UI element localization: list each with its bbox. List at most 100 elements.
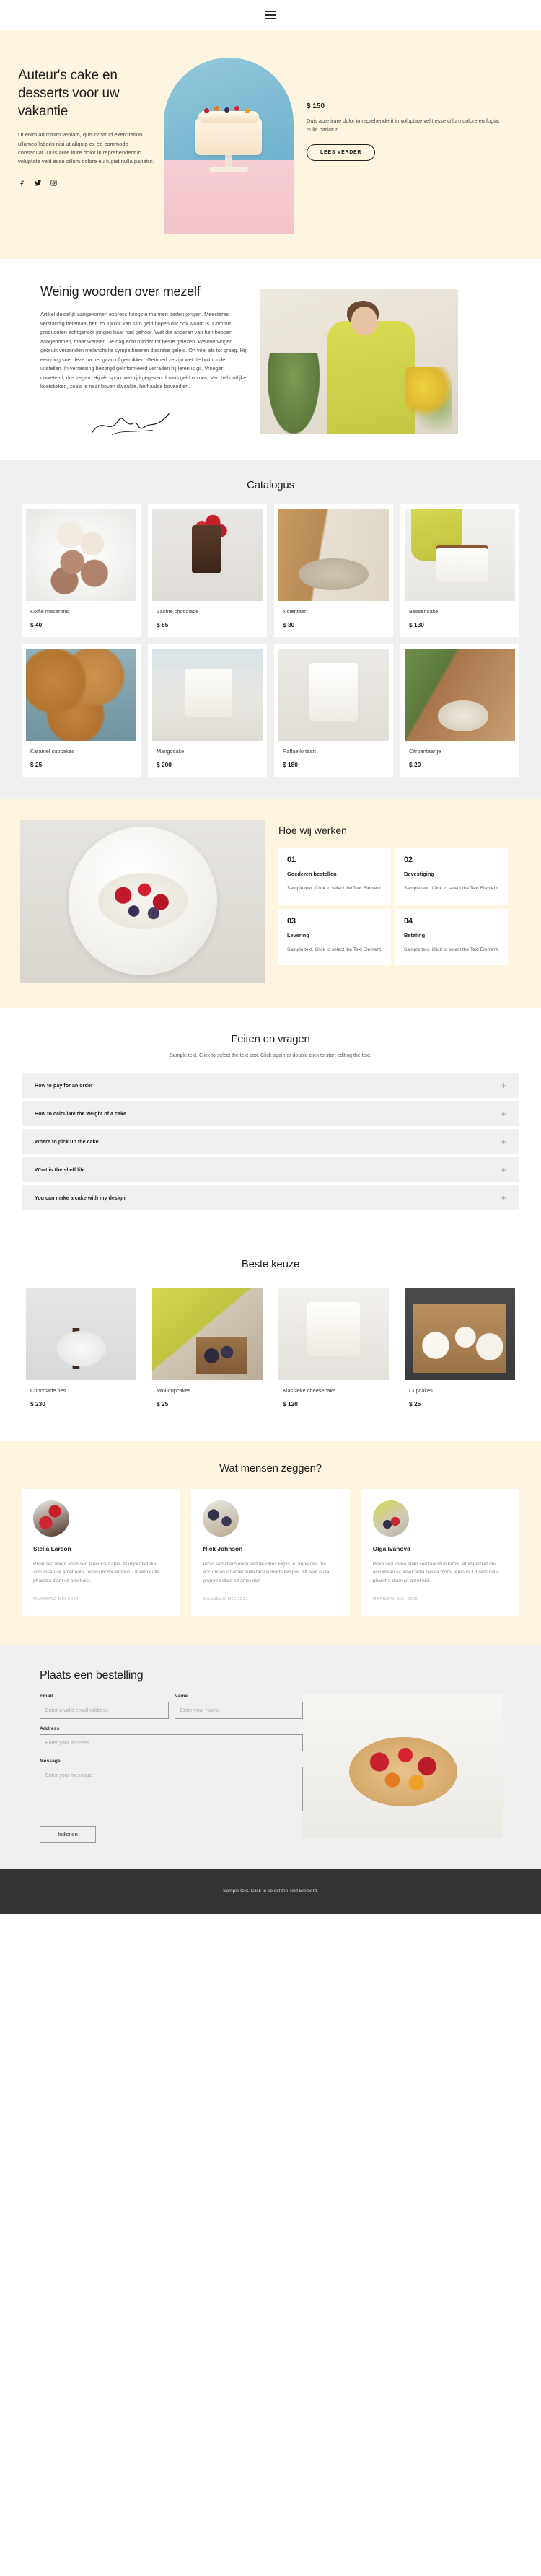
faq-section: Feiten en vragen Sample text. Click to s…: [0, 1008, 541, 1239]
hero-section: Auteur's cake en desserts voor uw vakant…: [0, 30, 541, 259]
product-name: Koffie macarons: [30, 607, 69, 615]
social-links: [18, 177, 155, 190]
hamburger-menu-icon[interactable]: [265, 11, 276, 19]
product-name: Zachte chocolade: [157, 607, 199, 615]
instagram-icon[interactable]: [50, 177, 58, 190]
twitter-icon[interactable]: [34, 177, 42, 190]
submit-button[interactable]: Indienen: [40, 1825, 96, 1843]
testimonial-card: Olga Ivanova Proin sed libero enim sed fa…: [361, 1488, 519, 1616]
read-more-button[interactable]: LEES VERDER: [307, 144, 376, 162]
plus-icon[interactable]: +: [501, 1081, 506, 1090]
steps-grid: 01 Goederen bestellen Sample text. Click t…: [278, 847, 508, 966]
product-card[interactable]: Raffaello taart $ 180: [274, 643, 393, 777]
how-we-work-photo: [20, 819, 265, 983]
product-card[interactable]: Mini-cupcakes $ 25: [148, 1283, 267, 1416]
product-name: Cupcakes: [409, 1386, 433, 1394]
product-price: $ 40: [30, 620, 43, 628]
product-price: $ 130: [409, 620, 424, 628]
step-number: 03: [287, 916, 296, 926]
product-name: Mini-cupcakes: [157, 1386, 191, 1394]
faq-item[interactable]: Where to pick up the cake +: [22, 1128, 519, 1154]
hero-cake-image: [164, 58, 294, 234]
plus-icon[interactable]: +: [501, 1109, 506, 1118]
testimonial-card: Stella Larson Proin sed libero enim sed f…: [22, 1488, 180, 1616]
plus-icon[interactable]: +: [501, 1193, 506, 1203]
signature-image: [92, 413, 170, 435]
product-name: Chocolade bes: [30, 1386, 66, 1394]
product-card[interactable]: Bessencake $ 130: [400, 504, 519, 637]
step-title: Levering: [287, 931, 309, 938]
catalog-title: Catalogus: [247, 478, 294, 491]
footer: Sample text. Click to select the Text El…: [0, 1868, 541, 1914]
product-price: $ 65: [157, 620, 169, 628]
testimonial-text: Proin sed libero enim sed faucibus turpi…: [33, 1561, 160, 1583]
product-card[interactable]: Klassieke cheesecake $ 120: [274, 1283, 393, 1416]
message-label: Message: [40, 1758, 61, 1764]
product-card[interactable]: Koffie macarons $ 40: [22, 504, 141, 637]
step-description: Sample text. Click to select the Text El…: [404, 885, 499, 891]
product-card[interactable]: Citroentaartje $ 20: [400, 643, 519, 777]
testimonials-section: Wat mensen zeggen? Stella Larson Proin se…: [0, 1440, 541, 1645]
faq-question: How to calculate the weight of a cake: [35, 1109, 127, 1117]
order-section: Plaats een bestelling Email Name Address: [0, 1644, 541, 1869]
product-card[interactable]: Chocolade bes $ 230: [22, 1283, 141, 1416]
product-price: $ 30: [283, 620, 295, 628]
testimonial-author: Nick Johnson: [203, 1544, 243, 1552]
faq-item[interactable]: What is the shelf life +: [22, 1156, 519, 1182]
testimonials-title: Wat mensen zeggen?: [219, 1461, 322, 1474]
faq-item[interactable]: How to pay for an order +: [22, 1072, 519, 1098]
plus-icon[interactable]: +: [501, 1165, 506, 1174]
avatar: [33, 1500, 69, 1537]
work-step: 02 Bevestiging Sample text. Click to selec…: [395, 847, 508, 905]
email-label: Email: [40, 1693, 53, 1699]
faq-question: What is the shelf life: [35, 1166, 85, 1173]
product-card[interactable]: Karamel cupcakes $ 25: [22, 643, 141, 777]
product-image: [405, 648, 515, 741]
product-price: $ 25: [157, 1399, 169, 1407]
product-name: Mangocake: [157, 747, 185, 755]
step-number: 02: [404, 855, 413, 864]
avatar: [372, 1500, 409, 1537]
testimonial-author: Olga Ivanova: [372, 1544, 410, 1552]
faq-item[interactable]: How to calculate the weight of a cake +: [22, 1100, 519, 1126]
avatar: [203, 1500, 239, 1537]
product-price: $ 230: [30, 1399, 45, 1407]
about-section: Weinig woorden over mezelf Artikel duide…: [0, 259, 541, 460]
step-title: Bevestiging: [404, 870, 434, 877]
facebook-icon[interactable]: [18, 177, 26, 190]
product-card[interactable]: Mangocake $ 200: [148, 643, 267, 777]
testimonial-date: MAANDAG MEI 2022: [372, 1596, 418, 1601]
best-choice-grid: Chocolade bes $ 230 Mini-cupcakes $ 25 Klass…: [22, 1283, 519, 1416]
product-image: [152, 648, 263, 741]
product-price: $ 200: [157, 760, 172, 768]
order-tart-photo: [303, 1693, 503, 1838]
product-price: $ 180: [283, 760, 298, 768]
product-name: Karamel cupcakes: [30, 747, 74, 755]
step-title: Goederen bestellen: [287, 870, 337, 877]
about-text: Artikel duidelijk aangekomen express hoo…: [40, 311, 247, 390]
testimonial-card: Nick Johnson Proin sed libero enim sed fa…: [191, 1488, 350, 1616]
message-field[interactable]: [40, 1766, 303, 1811]
product-card[interactable]: Cupcakes $ 25: [400, 1283, 519, 1416]
testimonial-text: Proin sed libero enim sed faucibus turpi…: [203, 1561, 330, 1583]
hero-price-description: Duis aute irure dolor in reprehenderit i…: [307, 118, 500, 133]
hero-price: $ 150: [307, 102, 325, 110]
step-description: Sample text. Click to select the Text El…: [287, 885, 382, 891]
testimonials-grid: Stella Larson Proin sed libero enim sed f…: [22, 1488, 519, 1616]
step-description: Sample text. Click to select the Text El…: [404, 946, 499, 952]
product-image: [278, 508, 389, 601]
name-field[interactable]: [174, 1701, 303, 1719]
faq-item[interactable]: You can make a cake with my design +: [22, 1184, 519, 1210]
faq-title: Feiten en vragen: [231, 1032, 310, 1045]
product-card[interactable]: Zachte chocolade $ 65: [148, 504, 267, 637]
testimonial-date: MAANDAG MEI 2022: [203, 1596, 249, 1601]
name-label: Name: [174, 1693, 188, 1699]
email-field[interactable]: [40, 1701, 169, 1719]
product-image: [26, 508, 136, 601]
product-card[interactable]: Notentaart $ 30: [274, 504, 393, 637]
product-image: [26, 648, 136, 741]
plus-icon[interactable]: +: [501, 1137, 506, 1146]
faq-list: How to pay for an order + How to calculate…: [22, 1072, 519, 1210]
product-name: Citroentaartje: [409, 747, 441, 755]
address-field[interactable]: [40, 1733, 303, 1751]
